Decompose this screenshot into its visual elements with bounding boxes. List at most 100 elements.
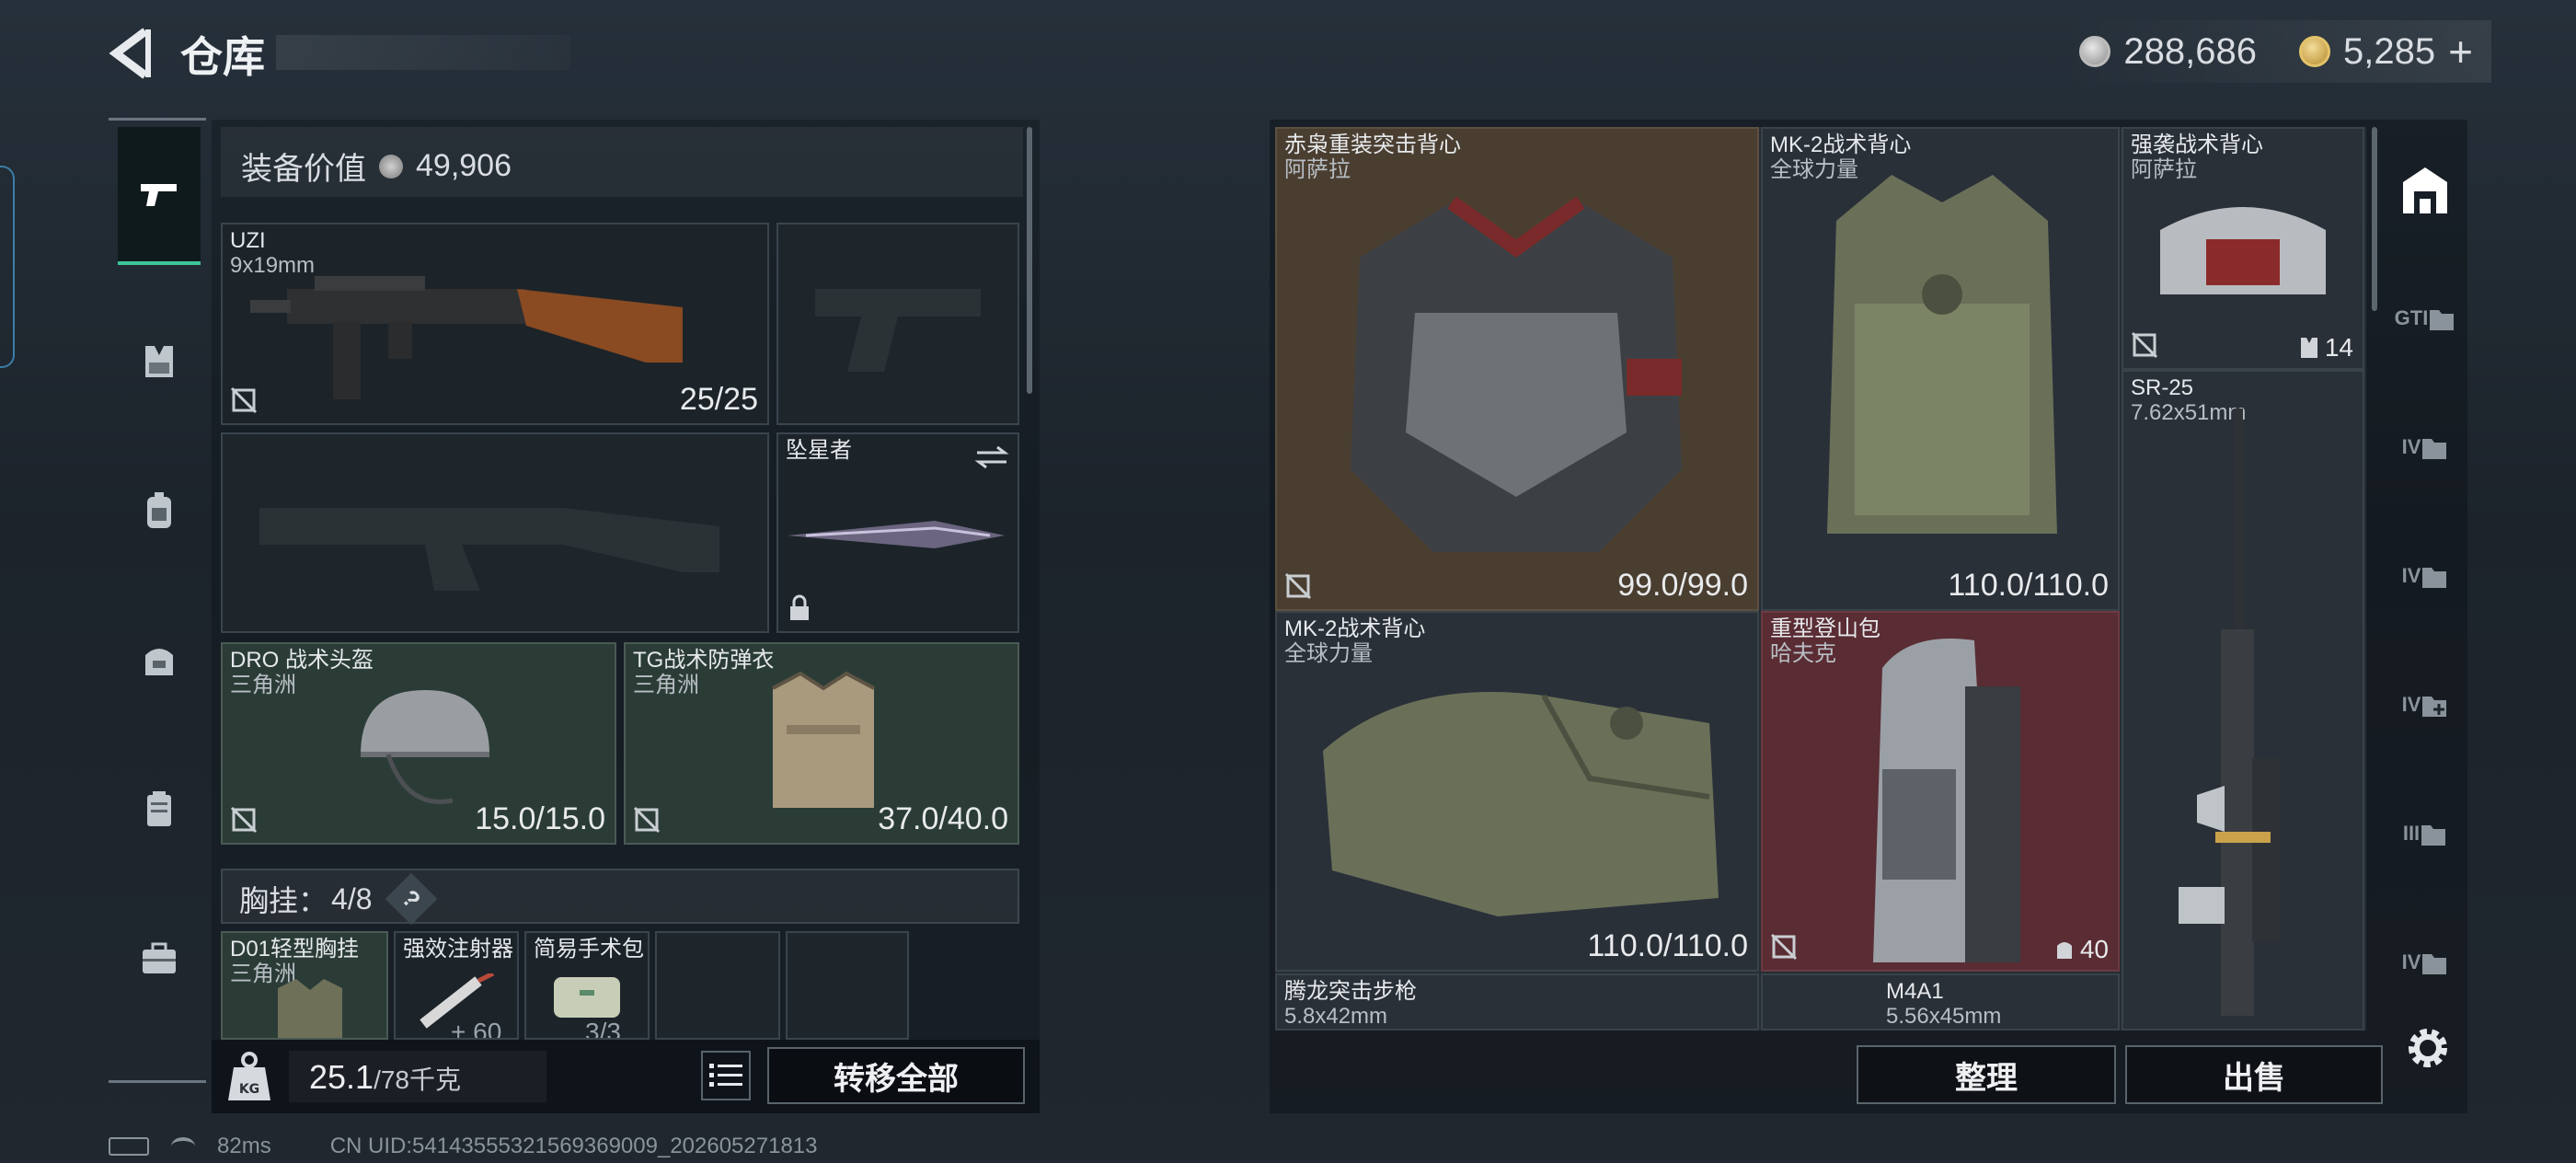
rail-backpack-tab[interactable] — [118, 469, 201, 552]
item-name: 赤枭重装突击背心 — [1284, 132, 1461, 157]
arrange-button[interactable]: 整理 — [1857, 1045, 2116, 1104]
sr25-image — [2179, 409, 2280, 1016]
side-drawer-handle[interactable] — [0, 166, 15, 368]
loadout-scrollbar[interactable] — [1027, 127, 1032, 394]
stash-item[interactable]: 重型登山包 哈夫克 40 — [1761, 611, 2120, 972]
equipment-value-label: 装备价值 — [241, 152, 366, 187]
battery-icon — [109, 1137, 149, 1156]
rail-weapons-tab[interactable] — [118, 127, 201, 265]
storage-tab[interactable]: IV — [2392, 929, 2458, 996]
pistol-slot[interactable] — [776, 223, 1019, 425]
stash-item[interactable]: 腾龙突击步枪 5.8x42mm — [1275, 973, 1759, 1031]
secondary-weapon-slot[interactable] — [221, 432, 769, 633]
silver-amount: 288,686 — [2123, 30, 2258, 72]
armor-slot[interactable]: TG战术防弹衣 三角洲 37.0/40.0 — [624, 642, 1019, 845]
uzi-image — [250, 276, 683, 399]
rig-item-count: 3/3 — [585, 1018, 621, 1040]
rig-empty-slot[interactable] — [786, 931, 909, 1040]
folder-plus-icon — [2422, 697, 2447, 717]
stash-item[interactable]: 强袭战术背心 阿萨拉 14 — [2122, 127, 2364, 370]
stash-item[interactable]: MK-2战术背心 全球力量 110.0/110.0 — [1761, 127, 2120, 611]
vest-slots-icon — [2300, 338, 2317, 358]
pouch-icon — [145, 649, 173, 675]
stash-item[interactable]: SR-25 7.62x51mm — [2122, 370, 2364, 1031]
armor-image — [772, 671, 875, 808]
helmet-slot[interactable]: DRO 战术头盔 三角洲 15.0/15.0 — [221, 642, 616, 845]
list-view-button[interactable] — [701, 1051, 751, 1100]
item-name: 腾龙突击步枪 — [1284, 979, 1417, 1004]
swap-icon[interactable] — [973, 443, 1010, 471]
helmet-durability: 15.0/15.0 — [475, 801, 605, 836]
stash-scrollbar[interactable] — [2372, 127, 2377, 311]
gold-coin-icon — [2299, 36, 2331, 67]
rig-item[interactable]: D01轻型胸挂 三角洲 — [221, 931, 388, 1040]
rig-empty-slot[interactable] — [655, 931, 780, 1040]
rail-case-tab[interactable] — [118, 767, 201, 850]
silver-coin-icon — [2079, 36, 2111, 67]
helmet-image — [361, 690, 489, 804]
melee-slot[interactable]: 坠星者 — [776, 432, 1019, 633]
folder-icon — [2422, 568, 2447, 588]
help-icon[interactable]: ? — [385, 872, 437, 926]
knife-image — [788, 521, 1005, 548]
equipment-value-amount: 49,906 — [416, 148, 512, 183]
item-caliber: 5.8x42mm — [1284, 1004, 1388, 1029]
stash-item[interactable]: M4A1 5.56x45mm — [1761, 973, 2120, 1031]
rifle-placeholder-icon — [259, 508, 719, 591]
item-name: 强袭战术背心 — [2131, 132, 2263, 157]
primary-weapon-slot[interactable]: UZI 9x19mm 25/25 — [221, 223, 769, 425]
carry-weight: 25.1/78千克 — [309, 1058, 461, 1097]
no-insure-icon — [230, 806, 258, 834]
mountain-backpack-image — [1873, 639, 2020, 962]
silver-coin-icon — [379, 154, 403, 178]
item-maker: 阿萨拉 — [1284, 157, 1351, 182]
ammo-count: 25/25 — [679, 382, 758, 417]
assault-vest-image — [2160, 207, 2326, 294]
item-maker: 阿萨拉 — [2131, 157, 2197, 182]
category-rail — [109, 116, 206, 1084]
rail-bag-tab[interactable] — [118, 618, 201, 701]
backpack-icon — [147, 492, 171, 528]
rig-item-name: 简易手术包 — [534, 937, 644, 961]
item-count: 40 — [2079, 935, 2109, 963]
storage-tab[interactable]: GTI — [2392, 285, 2458, 351]
sell-button[interactable]: 出售 — [2125, 1045, 2383, 1104]
title-underlay — [276, 35, 570, 70]
armor-name: TG战术防弹衣 — [633, 648, 775, 673]
armor-durability: 37.0/40.0 — [878, 801, 1008, 836]
no-insure-icon — [1770, 933, 1798, 961]
back-icon[interactable] — [109, 26, 158, 81]
ping: 82ms — [217, 1134, 271, 1158]
add-currency-button[interactable]: + — [2448, 27, 2473, 76]
weight-icon: KG — [226, 1051, 272, 1102]
storage-tab[interactable]: IV — [2392, 414, 2458, 480]
item-durability: 110.0/110.0 — [1948, 568, 2109, 603]
chest-rig-label: 胸挂： — [239, 884, 328, 917]
stash-item[interactable]: 赤枭重装突击背心 阿萨拉 99.0/99.0 — [1275, 127, 1759, 611]
storage-tab[interactable]: IV — [2392, 672, 2458, 738]
no-insure-icon — [633, 806, 661, 834]
rail-toolbox-tab[interactable] — [118, 916, 201, 999]
wifi-icon — [171, 1137, 195, 1156]
rig-item[interactable]: 强效注射器 + 60 — [394, 931, 519, 1040]
storage-tab[interactable]: IV — [2392, 543, 2458, 609]
user-uid: CN UID:54143555321569369009_202605271813 — [329, 1134, 818, 1158]
stash-item[interactable]: MK-2战术背心 全球力量 110.0/110.0 — [1275, 611, 1759, 972]
transfer-all-button[interactable]: 转移全部 — [767, 1047, 1025, 1104]
toolbox-icon — [143, 942, 176, 973]
rig-item-name: 强效注射器 — [403, 937, 513, 961]
item-name: M4A1 — [1886, 979, 1944, 1004]
storage-tab[interactable]: III — [2392, 800, 2458, 867]
no-insure-icon — [1284, 572, 1312, 600]
tactical-vest-image — [1827, 175, 2057, 534]
status-footer: 82ms CN UID:54143555321569369009_2026052… — [109, 1134, 818, 1159]
settings-gear-icon[interactable] — [2403, 1023, 2453, 1073]
rig-item[interactable]: 简易手术包 3/3 — [524, 931, 650, 1040]
rail-chest-rig-tab[interactable] — [118, 320, 201, 403]
item-durability: 99.0/99.0 — [1617, 568, 1748, 603]
folder-icon — [2430, 310, 2455, 330]
stash-home-tab[interactable] — [2392, 156, 2458, 223]
rail-divider-bottom — [109, 1080, 206, 1083]
surgery-kit-image — [554, 977, 620, 1018]
chest-rig-count: 4/8 — [331, 881, 373, 915]
